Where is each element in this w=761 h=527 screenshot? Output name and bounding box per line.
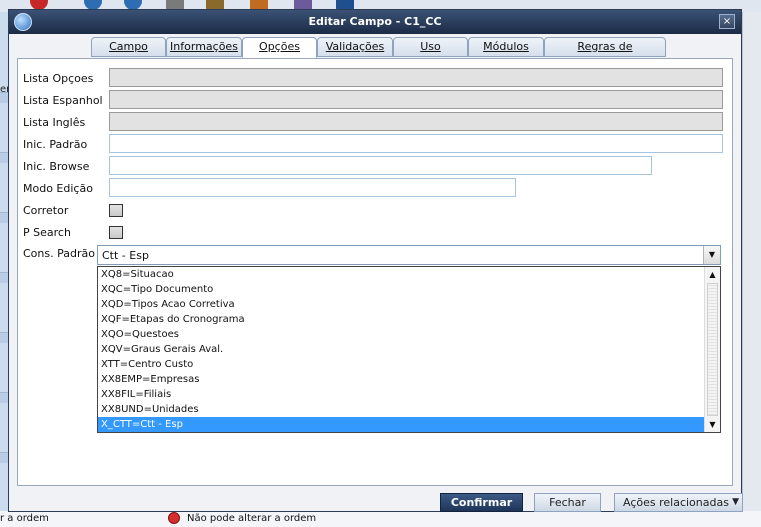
- tab-uso[interactable]: Uso: [393, 37, 468, 57]
- dropdown-option[interactable]: XX8UND=Unidades: [98, 402, 705, 417]
- inic-browse-input[interactable]: [109, 156, 652, 175]
- scroll-down-icon[interactable]: ▼: [705, 417, 720, 432]
- cons-padrao-label: Cons. Padrão: [23, 247, 95, 260]
- lista-opcoes-field[interactable]: [109, 68, 723, 87]
- dropdown-option[interactable]: XQ8=Situacao: [98, 267, 705, 282]
- confirm-button[interactable]: Confirmar: [440, 493, 523, 512]
- dropdown-option-selected[interactable]: X_CTT=Ctt - Esp: [98, 417, 705, 432]
- dialog-title: Editar Campo - C1_CC: [308, 15, 442, 28]
- chevron-down-icon[interactable]: ▼: [703, 246, 720, 264]
- close-icon[interactable]: ×: [719, 14, 735, 29]
- cons-padrao-value: Ctt - Esp: [102, 249, 149, 262]
- dialog-title-bar[interactable]: Editar Campo - C1_CC ×: [9, 10, 741, 34]
- dropdown-option[interactable]: XQV=Graus Gerais Aval.: [98, 342, 705, 357]
- red-dot-icon: [168, 512, 180, 524]
- tab-validacoes[interactable]: Validações: [317, 37, 393, 57]
- dropdown-scrollbar[interactable]: ▲ ▼: [704, 267, 720, 432]
- cons-padrao-select[interactable]: Ctt - Esp ▼: [97, 245, 721, 265]
- related-actions-label: Ações relacionadas: [623, 496, 729, 509]
- background-status-bar: r a ordem Não pode alterar a ordem: [0, 511, 761, 527]
- dropdown-option[interactable]: XX8EMP=Empresas: [98, 372, 705, 387]
- tab-opcoes[interactable]: Opções: [242, 37, 317, 58]
- modo-edicao-input[interactable]: [109, 178, 516, 197]
- related-actions-button[interactable]: Ações relacionadas ▼: [614, 493, 743, 512]
- lista-opcoes-label: Lista Opçoes: [23, 72, 94, 85]
- inic-padrao-input[interactable]: [109, 134, 723, 153]
- corretor-label: Corretor: [23, 204, 69, 217]
- scrollbar-thumb[interactable]: [707, 283, 718, 416]
- dropdown-option[interactable]: XX8FIL=Filiais: [98, 387, 705, 402]
- cons-padrao-dropdown-list: XQ8=Situacao XQC=Tipo Documento XQD=Tipo…: [97, 266, 721, 433]
- close-button[interactable]: Fechar: [534, 493, 601, 512]
- chevron-down-icon: ▼: [732, 497, 739, 507]
- dropdown-option[interactable]: XTT=Centro Custo: [98, 357, 705, 372]
- p-search-checkbox[interactable]: [109, 226, 123, 239]
- lista-espanhol-label: Lista Espanhol: [23, 94, 103, 107]
- edit-field-dialog: Editar Campo - C1_CC × Campo Informações…: [8, 9, 743, 512]
- dropdown-option[interactable]: XQF=Etapas do Cronograma: [98, 312, 705, 327]
- background-right-panel: [742, 12, 761, 512]
- lista-ingles-field[interactable]: [109, 112, 723, 131]
- modo-edicao-label: Modo Edição: [23, 182, 93, 195]
- lista-espanhol-field[interactable]: [109, 90, 723, 109]
- tab-modulos[interactable]: Módulos: [468, 37, 544, 57]
- lista-ingles-label: Lista Inglês: [23, 116, 86, 129]
- background-status-text: Não pode alterar a ordem: [187, 513, 317, 524]
- inic-padrao-label: Inic. Padrão: [23, 138, 88, 151]
- tab-informacoes[interactable]: Informações: [166, 37, 242, 57]
- inic-browse-label: Inic. Browse: [23, 160, 90, 173]
- dropdown-option[interactable]: XQO=Questoes: [98, 327, 705, 342]
- scroll-up-icon[interactable]: ▲: [705, 267, 720, 282]
- corretor-checkbox[interactable]: [109, 204, 123, 217]
- tab-campo[interactable]: Campo: [91, 37, 166, 57]
- background-bottom-text: r a ordem: [0, 513, 49, 524]
- tab-regras-de-dependencia[interactable]: Regras de dependência: [544, 37, 666, 71]
- tab-bar: Campo Informações Opções Validações Uso …: [9, 34, 741, 71]
- dropdown-option[interactable]: XQC=Tipo Documento: [98, 282, 705, 297]
- p-search-label: P Search: [23, 226, 71, 239]
- dropdown-option[interactable]: XQD=Tipos Acao Corretiva: [98, 297, 705, 312]
